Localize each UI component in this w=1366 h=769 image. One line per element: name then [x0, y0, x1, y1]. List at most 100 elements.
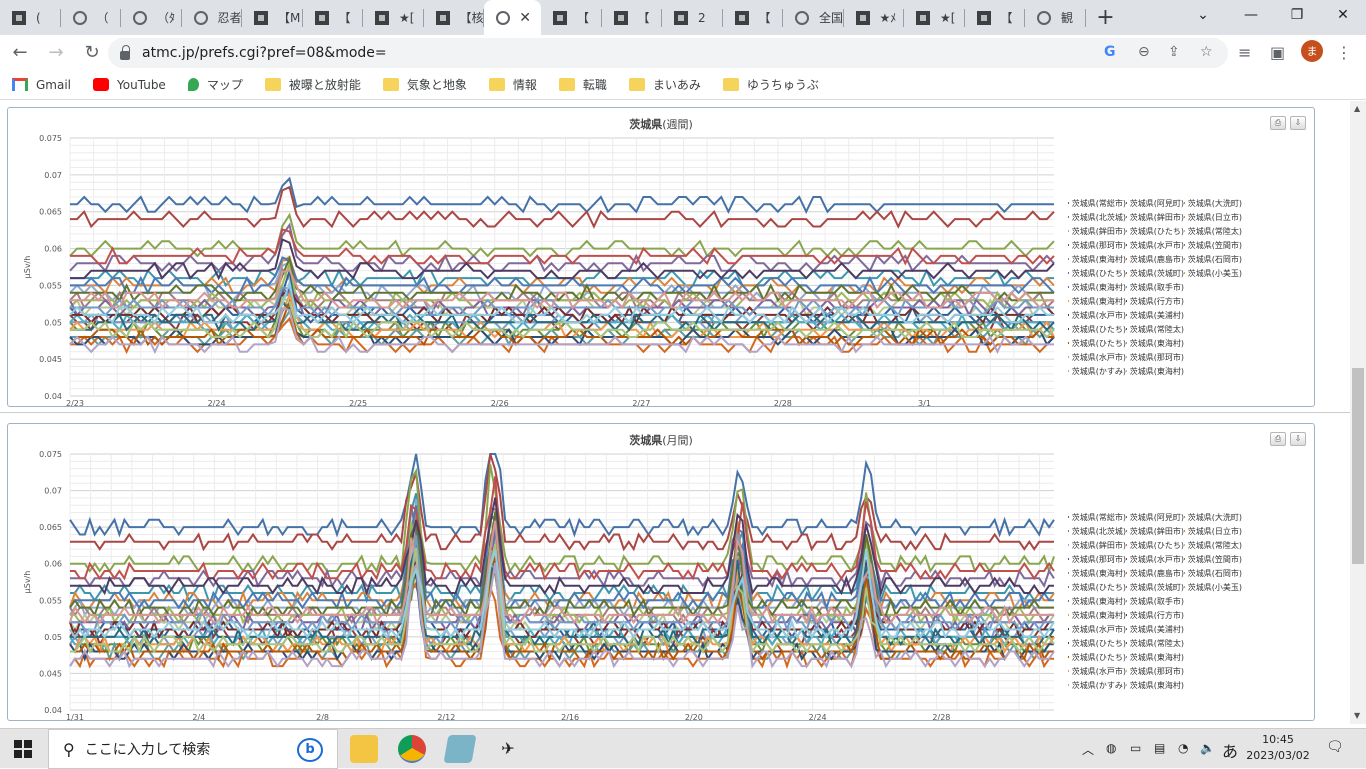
legend-item[interactable]: 茨城県(小美玉) [1184, 268, 1242, 279]
legend-item[interactable]: 茨城県(鉾田市) [1068, 540, 1126, 551]
zoom-icon[interactable]: ⊖ [1138, 44, 1150, 60]
legend-item[interactable]: 茨城県(大洗町) [1184, 198, 1242, 209]
legend-item[interactable]: 茨城県(ひたち) [1126, 540, 1184, 551]
browser-tab[interactable]: ( [0, 0, 61, 35]
network-icon[interactable]: ▤ [1154, 741, 1165, 755]
tray-app-icon[interactable]: ◍ [1106, 741, 1116, 755]
bookmark-item[interactable]: Gmail [12, 78, 71, 92]
legend-item[interactable]: 茨城県(ひたち) [1068, 338, 1126, 349]
bookmark-item[interactable]: 情報 [488, 76, 537, 93]
legend-item[interactable]: 茨城県(水戸市) [1126, 240, 1184, 251]
browser-tab[interactable]: 【M [242, 0, 303, 35]
legend-item[interactable]: 茨城県(常陸太) [1184, 226, 1242, 237]
legend-item[interactable]: 茨城県(水戸市) [1068, 624, 1126, 635]
legend-item[interactable]: 茨城県(東海村) [1068, 296, 1126, 307]
legend-item[interactable]: 茨城県(かすみ) [1068, 680, 1126, 691]
notification-icon[interactable]: 🗨 [1326, 739, 1344, 755]
legend-item[interactable]: 茨城県(ひたち) [1068, 582, 1126, 593]
browser-tab[interactable]: ★[ [363, 0, 424, 35]
minimize-button[interactable]: — [1228, 0, 1274, 30]
browser-tab[interactable]: 【核 [424, 0, 485, 35]
bookmark-item[interactable]: 転職 [558, 76, 607, 93]
legend-item[interactable]: 茨城県(東海村) [1068, 596, 1126, 607]
bookmark-item[interactable]: YouTube [93, 78, 166, 92]
legend-item[interactable]: 茨城県(東海村) [1126, 652, 1184, 663]
share-icon[interactable]: ⇪ [1168, 44, 1180, 60]
url-text[interactable]: atmc.jp/prefs.cgi?pref=08&mode= [142, 45, 387, 61]
legend-item[interactable]: 茨城県(北茨城) [1068, 526, 1126, 537]
browser-tab[interactable]: 観 [1025, 0, 1086, 35]
legend-item[interactable]: 茨城県(常総市) [1068, 198, 1126, 209]
forward-arrow-icon[interactable]: → [40, 37, 72, 69]
legend-item[interactable]: 茨城県(常陸太) [1126, 324, 1184, 335]
bookmark-item[interactable]: 気象と地象 [382, 76, 467, 93]
bookmark-item[interactable]: 被曝と放射能 [264, 76, 361, 93]
bookmark-item[interactable]: マップ [187, 76, 243, 93]
browser-tab[interactable]: 忍者 [182, 0, 243, 35]
legend-item[interactable]: 茨城県(常総市) [1068, 512, 1126, 523]
browser-tab[interactable]: ✕ [484, 0, 541, 35]
legend-item[interactable]: 茨城県(阿見町) [1126, 512, 1184, 523]
google-icon[interactable]: G [1104, 44, 1116, 60]
legend-item[interactable]: 茨城県(東海村) [1068, 282, 1126, 293]
address-bar[interactable]: atmc.jp/prefs.cgi?pref=08&mode= G ⊖ ⇪ ☆ [108, 38, 1228, 68]
legend-item[interactable]: 茨城県(茨城町) [1126, 582, 1184, 593]
windows-start-icon[interactable] [14, 740, 32, 758]
browser-tab[interactable]: ★ﾒ [844, 0, 905, 35]
legend-item[interactable]: 茨城県(東海村) [1068, 254, 1126, 265]
legend-item[interactable]: 茨城県(鹿島市) [1126, 568, 1184, 579]
bookmark-item[interactable]: まいあみ [628, 76, 701, 93]
print-icon[interactable]: ⎙ [1270, 116, 1286, 130]
legend-item[interactable]: 茨城県(ひたち) [1068, 652, 1126, 663]
scroll-down-icon[interactable]: ▼ [1354, 711, 1360, 720]
browser-tab[interactable]: （ [61, 0, 122, 35]
download-icon[interactable]: ⇩ [1290, 432, 1306, 446]
legend-item[interactable]: 茨城県(東海村) [1068, 610, 1126, 621]
tab-search-chevron-icon[interactable]: ⌄ [1180, 0, 1226, 30]
legend-item[interactable]: 茨城県(取手市) [1126, 282, 1184, 293]
legend-item[interactable]: 茨城県(鉾田市) [1126, 212, 1184, 223]
legend-item[interactable]: 茨城県(茨城町) [1126, 268, 1184, 279]
legend-item[interactable]: 茨城県(鉾田市) [1126, 526, 1184, 537]
browser-tab[interactable]: 全国 [783, 0, 844, 35]
legend-item[interactable]: 茨城県(小美玉) [1184, 582, 1242, 593]
legend-item[interactable]: 茨城県(かすみ) [1068, 366, 1126, 377]
legend-item[interactable]: 茨城県(ひたち) [1068, 638, 1126, 649]
clock[interactable]: 10:45 2023/03/02 [1238, 732, 1318, 764]
legend-item[interactable]: 茨城県(大洗町) [1184, 512, 1242, 523]
browser-tab[interactable]: （ﾀ [121, 0, 182, 35]
browser-tab[interactable]: 【 [303, 0, 364, 35]
ime-indicator[interactable]: あ [1222, 738, 1238, 762]
browser-tab[interactable]: 2 [662, 0, 723, 35]
maximize-button[interactable]: ❐ [1274, 0, 1320, 30]
file-explorer-icon[interactable] [350, 735, 378, 763]
legend-item[interactable]: 茨城県(日立市) [1184, 212, 1242, 223]
side-panel-icon[interactable]: ▣ [1270, 43, 1285, 62]
legend-item[interactable]: 茨城県(日立市) [1184, 526, 1242, 537]
legend-item[interactable]: 茨城県(水戸市) [1068, 666, 1126, 677]
legend-item[interactable]: 茨城県(美浦村) [1126, 624, 1184, 635]
legend-item[interactable]: 茨城県(水戸市) [1126, 554, 1184, 565]
wifi-icon[interactable]: ◔ [1178, 741, 1188, 755]
browser-tab[interactable]: 【 [602, 0, 663, 35]
new-tab-button[interactable]: + [1086, 0, 1126, 35]
bing-icon[interactable]: b [297, 738, 323, 762]
legend-item[interactable]: 茨城県(ひたち) [1126, 226, 1184, 237]
airplane-app-icon[interactable]: ✈ [494, 735, 522, 763]
legend-item[interactable]: 茨城県(那珂市) [1126, 352, 1184, 363]
legend-item[interactable]: 茨城県(那珂市) [1126, 666, 1184, 677]
taskbar-search[interactable]: ⚲ ここに入力して検索 b [48, 729, 338, 769]
legend-item[interactable]: 茨城県(常陸太) [1126, 638, 1184, 649]
legend-item[interactable]: 茨城県(行方市) [1126, 610, 1184, 621]
avatar[interactable]: ま [1301, 40, 1323, 62]
reload-icon[interactable]: ↻ [76, 37, 108, 69]
legend-item[interactable]: 茨城県(東海村) [1126, 680, 1184, 691]
bookmark-item[interactable]: ゆうちゅうぶ [722, 76, 819, 93]
legend-item[interactable]: 茨城県(水戸市) [1068, 352, 1126, 363]
legend-item[interactable]: 茨城県(ひたち) [1068, 268, 1126, 279]
legend-item[interactable]: 茨城県(常陸太) [1184, 540, 1242, 551]
scroll-up-icon[interactable]: ▲ [1354, 104, 1360, 113]
legend-item[interactable]: 茨城県(那珂市) [1068, 240, 1126, 251]
legend-item[interactable]: 茨城県(阿見町) [1126, 198, 1184, 209]
legend-item[interactable]: 茨城県(那珂市) [1068, 554, 1126, 565]
